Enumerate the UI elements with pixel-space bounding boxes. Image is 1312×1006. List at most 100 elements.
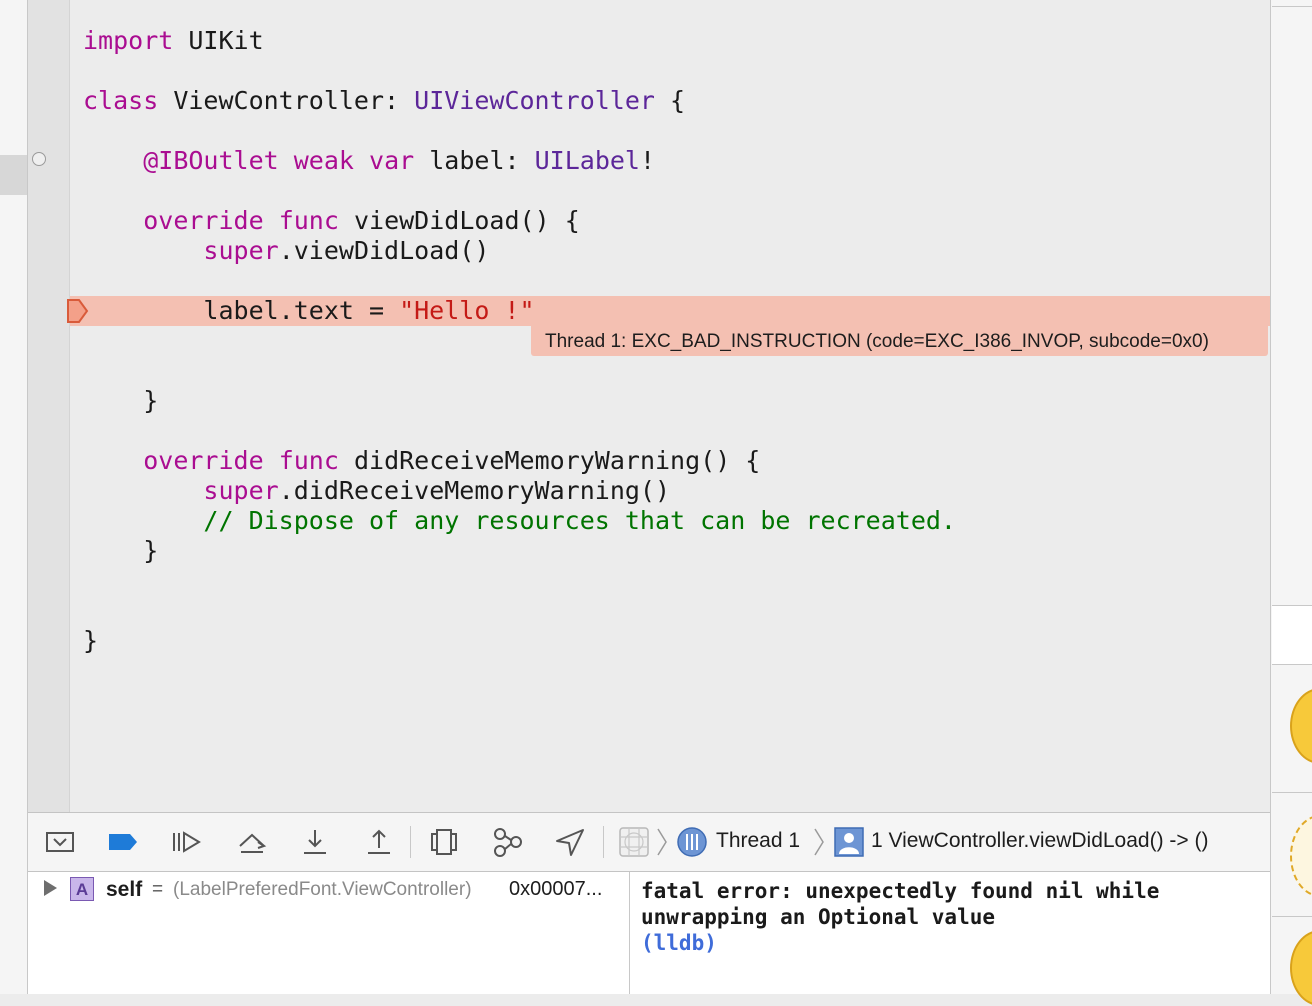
step-into-button[interactable] bbox=[299, 826, 331, 858]
code-token: class bbox=[83, 86, 159, 115]
code-token: label: bbox=[414, 146, 535, 175]
code-line[interactable]: @IBOutlet weak var label: UILabel! bbox=[83, 146, 655, 176]
code-token: .viewDidLoad() bbox=[278, 236, 490, 265]
code-token: var bbox=[369, 146, 415, 175]
code-token: UIViewController bbox=[414, 86, 655, 115]
code-line[interactable]: } bbox=[83, 626, 98, 656]
disclosure-triangle-icon[interactable] bbox=[44, 880, 57, 896]
code-token: UIKit bbox=[173, 26, 264, 55]
hide-debug-area-button[interactable] bbox=[44, 826, 76, 858]
memory-graph-button[interactable] bbox=[492, 826, 524, 858]
chevron-right-icon bbox=[814, 828, 824, 856]
code-token: } bbox=[83, 536, 159, 565]
code-token: super bbox=[203, 236, 279, 265]
variable-kind-icon: A bbox=[70, 877, 94, 901]
app-process-icon bbox=[619, 827, 649, 857]
frame-jump-button[interactable] bbox=[833, 826, 865, 858]
step-out-button[interactable] bbox=[363, 826, 395, 858]
outlet-connection-icon[interactable] bbox=[32, 152, 46, 166]
view-hierarchy-button[interactable] bbox=[428, 826, 460, 858]
navigator-selection bbox=[0, 155, 27, 195]
code-line[interactable]: label.text = "Hello !" bbox=[83, 296, 535, 326]
toolbar-separator bbox=[603, 826, 604, 858]
continue-button[interactable] bbox=[170, 826, 202, 858]
breakpoints-toggle-button[interactable] bbox=[107, 826, 139, 858]
code-token: } bbox=[83, 386, 159, 415]
code-line[interactable]: super.viewDidLoad() bbox=[83, 236, 489, 266]
code-token: func bbox=[278, 446, 339, 475]
code-token: viewDidLoad() { bbox=[338, 206, 580, 235]
variable-equals: = bbox=[152, 879, 164, 900]
inspector-divider bbox=[1272, 792, 1312, 793]
code-token: weak bbox=[293, 146, 354, 175]
toolbar-separator bbox=[410, 826, 411, 858]
line-gutter[interactable] bbox=[28, 0, 70, 812]
step-over-button[interactable] bbox=[236, 826, 268, 858]
simulate-location-button[interactable] bbox=[554, 826, 586, 858]
code-line[interactable]: } bbox=[83, 536, 158, 566]
inspector-divider bbox=[1272, 6, 1312, 7]
code-line[interactable]: } bbox=[83, 386, 158, 416]
code-line[interactable]: override func viewDidLoad() { bbox=[83, 206, 580, 236]
code-token: super bbox=[203, 476, 279, 505]
code-line[interactable]: class ViewController: UIViewController { bbox=[83, 86, 685, 116]
inspector-divider bbox=[1272, 664, 1312, 665]
inspector-divider bbox=[1272, 916, 1312, 917]
step-out-icon bbox=[368, 829, 390, 854]
code-token: } bbox=[83, 626, 99, 655]
code-line[interactable]: // Dispose of any resources that can be … bbox=[83, 506, 956, 536]
code-token: import bbox=[83, 26, 174, 55]
console-line: fatal error: unexpectedly found nil whil… bbox=[641, 879, 1160, 903]
code-token: override bbox=[143, 446, 264, 475]
variable-value: 0x00007... bbox=[509, 878, 603, 900]
stack-frame-label[interactable]: 1 ViewController.viewDidLoad() -> () bbox=[871, 829, 1209, 853]
step-over-icon bbox=[239, 833, 267, 853]
panel-toggle-icon bbox=[46, 832, 74, 852]
code-token: // Dispose of any resources that can be … bbox=[203, 506, 956, 535]
console-line: unwrapping an Optional value bbox=[641, 905, 996, 929]
code-token: .didReceiveMemoryWarning() bbox=[278, 476, 671, 505]
code-token: { bbox=[654, 86, 686, 115]
memory-graph-icon bbox=[494, 828, 522, 857]
thread-jump-button[interactable] bbox=[676, 826, 708, 858]
thread-icon bbox=[677, 827, 707, 857]
chevron-right-icon bbox=[657, 828, 667, 856]
lldb-prompt[interactable]: (lldb) bbox=[641, 931, 717, 955]
code-token: UILabel bbox=[534, 146, 640, 175]
navigator-strip bbox=[0, 0, 28, 994]
step-into-icon bbox=[304, 830, 326, 854]
code-token: @IBOutlet bbox=[143, 146, 279, 175]
code-token: override bbox=[143, 206, 264, 235]
code-token: label.text = bbox=[83, 296, 400, 325]
breakpoint-icon bbox=[109, 834, 137, 850]
process-jump-button[interactable] bbox=[618, 826, 650, 858]
stack-frame-icon bbox=[834, 827, 864, 857]
code-token: didReceiveMemoryWarning() { bbox=[338, 446, 761, 475]
continue-icon bbox=[173, 831, 201, 853]
location-icon bbox=[556, 829, 584, 856]
code-line[interactable]: super.didReceiveMemoryWarning() bbox=[83, 476, 670, 506]
view-hierarchy-icon bbox=[431, 829, 457, 855]
variable-type: (LabelPreferedFont.ViewController) bbox=[173, 879, 472, 900]
error-message: Thread 1: EXC_BAD_INSTRUCTION (code=EXC_… bbox=[545, 331, 1209, 352]
code-token: ! bbox=[639, 146, 656, 175]
thread-label[interactable]: Thread 1 bbox=[716, 829, 800, 853]
code-token: func bbox=[278, 206, 339, 235]
code-token: "Hello !" bbox=[399, 296, 535, 325]
variable-name[interactable]: self bbox=[106, 878, 142, 902]
code-line[interactable]: import UIKit bbox=[83, 26, 264, 56]
code-token: ViewController: bbox=[158, 86, 415, 115]
code-line[interactable]: override func didReceiveMemoryWarning() … bbox=[83, 446, 760, 476]
source-editor[interactable] bbox=[70, 0, 1270, 812]
inspector-panel bbox=[1272, 606, 1312, 664]
